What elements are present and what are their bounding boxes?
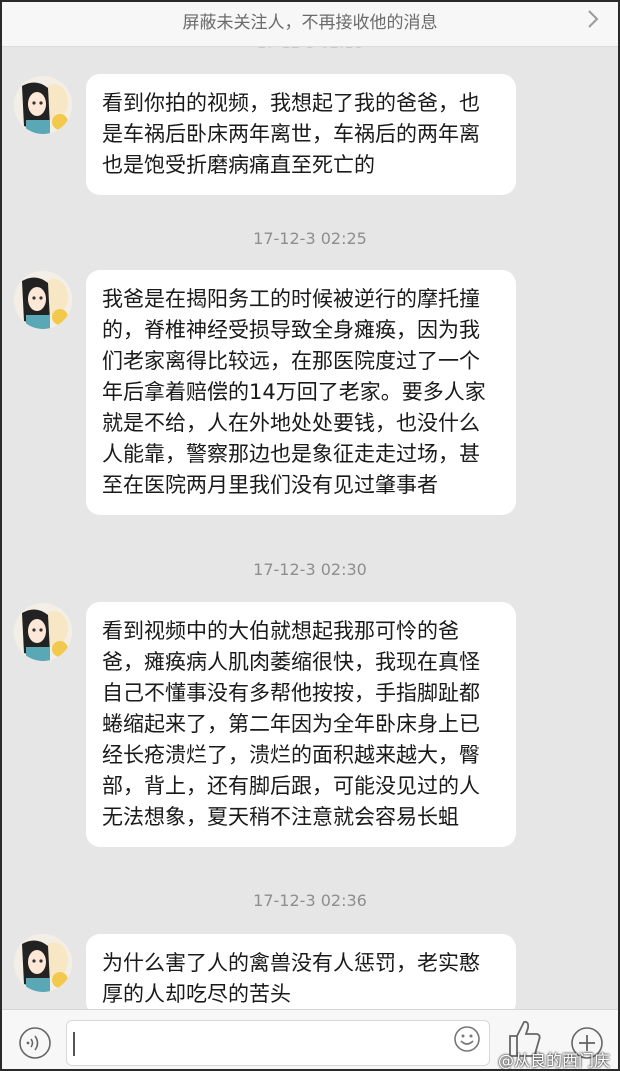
message-bubble[interactable]: 为什么害了人的禽兽没有人惩罚，老实憨厚的人却吃尽的苦头 [86,934,516,1016]
weibo-watermark: @从良的西门庆 [498,1051,611,1070]
message-timestamp: 17-12-3 02:36 [253,891,367,910]
message-bubble[interactable]: 看到你拍的视频，我想起了我的爸爸，也是车祸后卧床两年离世，车祸后的两年离也是饱受… [86,74,516,195]
avatar[interactable] [14,603,72,661]
message-text: 看到视频中的大伯就想起我那可怜的爸爸，瘫痪病人肌肉萎缩很快，我现在真怪自己不懂事… [102,619,480,829]
avatar[interactable] [14,271,72,329]
text-caret [73,1032,75,1056]
message-bubble[interactable]: 看到视频中的大伯就想起我那可怜的爸爸，瘫痪病人肌肉萎缩很快，我现在真怪自己不懂事… [86,602,516,847]
anime-avatar-icon [14,76,72,134]
anime-avatar-icon [14,934,72,992]
message-text: 我爸是在揭阳务工的时候被逆行的摩托撞的，脊椎神经受损导致全身瘫痪，因为我们老家离… [102,287,486,497]
emoji-icon[interactable] [452,1024,482,1054]
message-text: 为什么害了人的禽兽没有人惩罚，老实憨厚的人却吃尽的苦头 [102,951,480,1006]
banner-text: 屏蔽未关注人，不再接收他的消息 [182,13,438,33]
message-timestamp: 17-12-3 02:30 [253,560,367,579]
voice-icon[interactable] [18,1026,52,1060]
message-timestamp: 17-12-3 02:25 [253,229,367,248]
anime-avatar-icon [14,271,72,329]
avatar[interactable] [14,76,72,134]
message-input[interactable] [66,1020,490,1066]
chevron-right-icon [588,10,599,28]
message-text: 看到你拍的视频，我想起了我的爸爸，也是车祸后卧床两年离世，车祸后的两年离也是饱受… [102,91,480,177]
avatar[interactable] [14,934,72,992]
anime-avatar-icon [14,603,72,661]
block-unfollowed-banner[interactable]: 屏蔽未关注人，不再接收他的消息 [2,2,618,47]
message-bubble[interactable]: 我爸是在揭阳务工的时候被逆行的摩托撞的，脊椎神经受损导致全身瘫痪，因为我们老家离… [86,270,516,515]
